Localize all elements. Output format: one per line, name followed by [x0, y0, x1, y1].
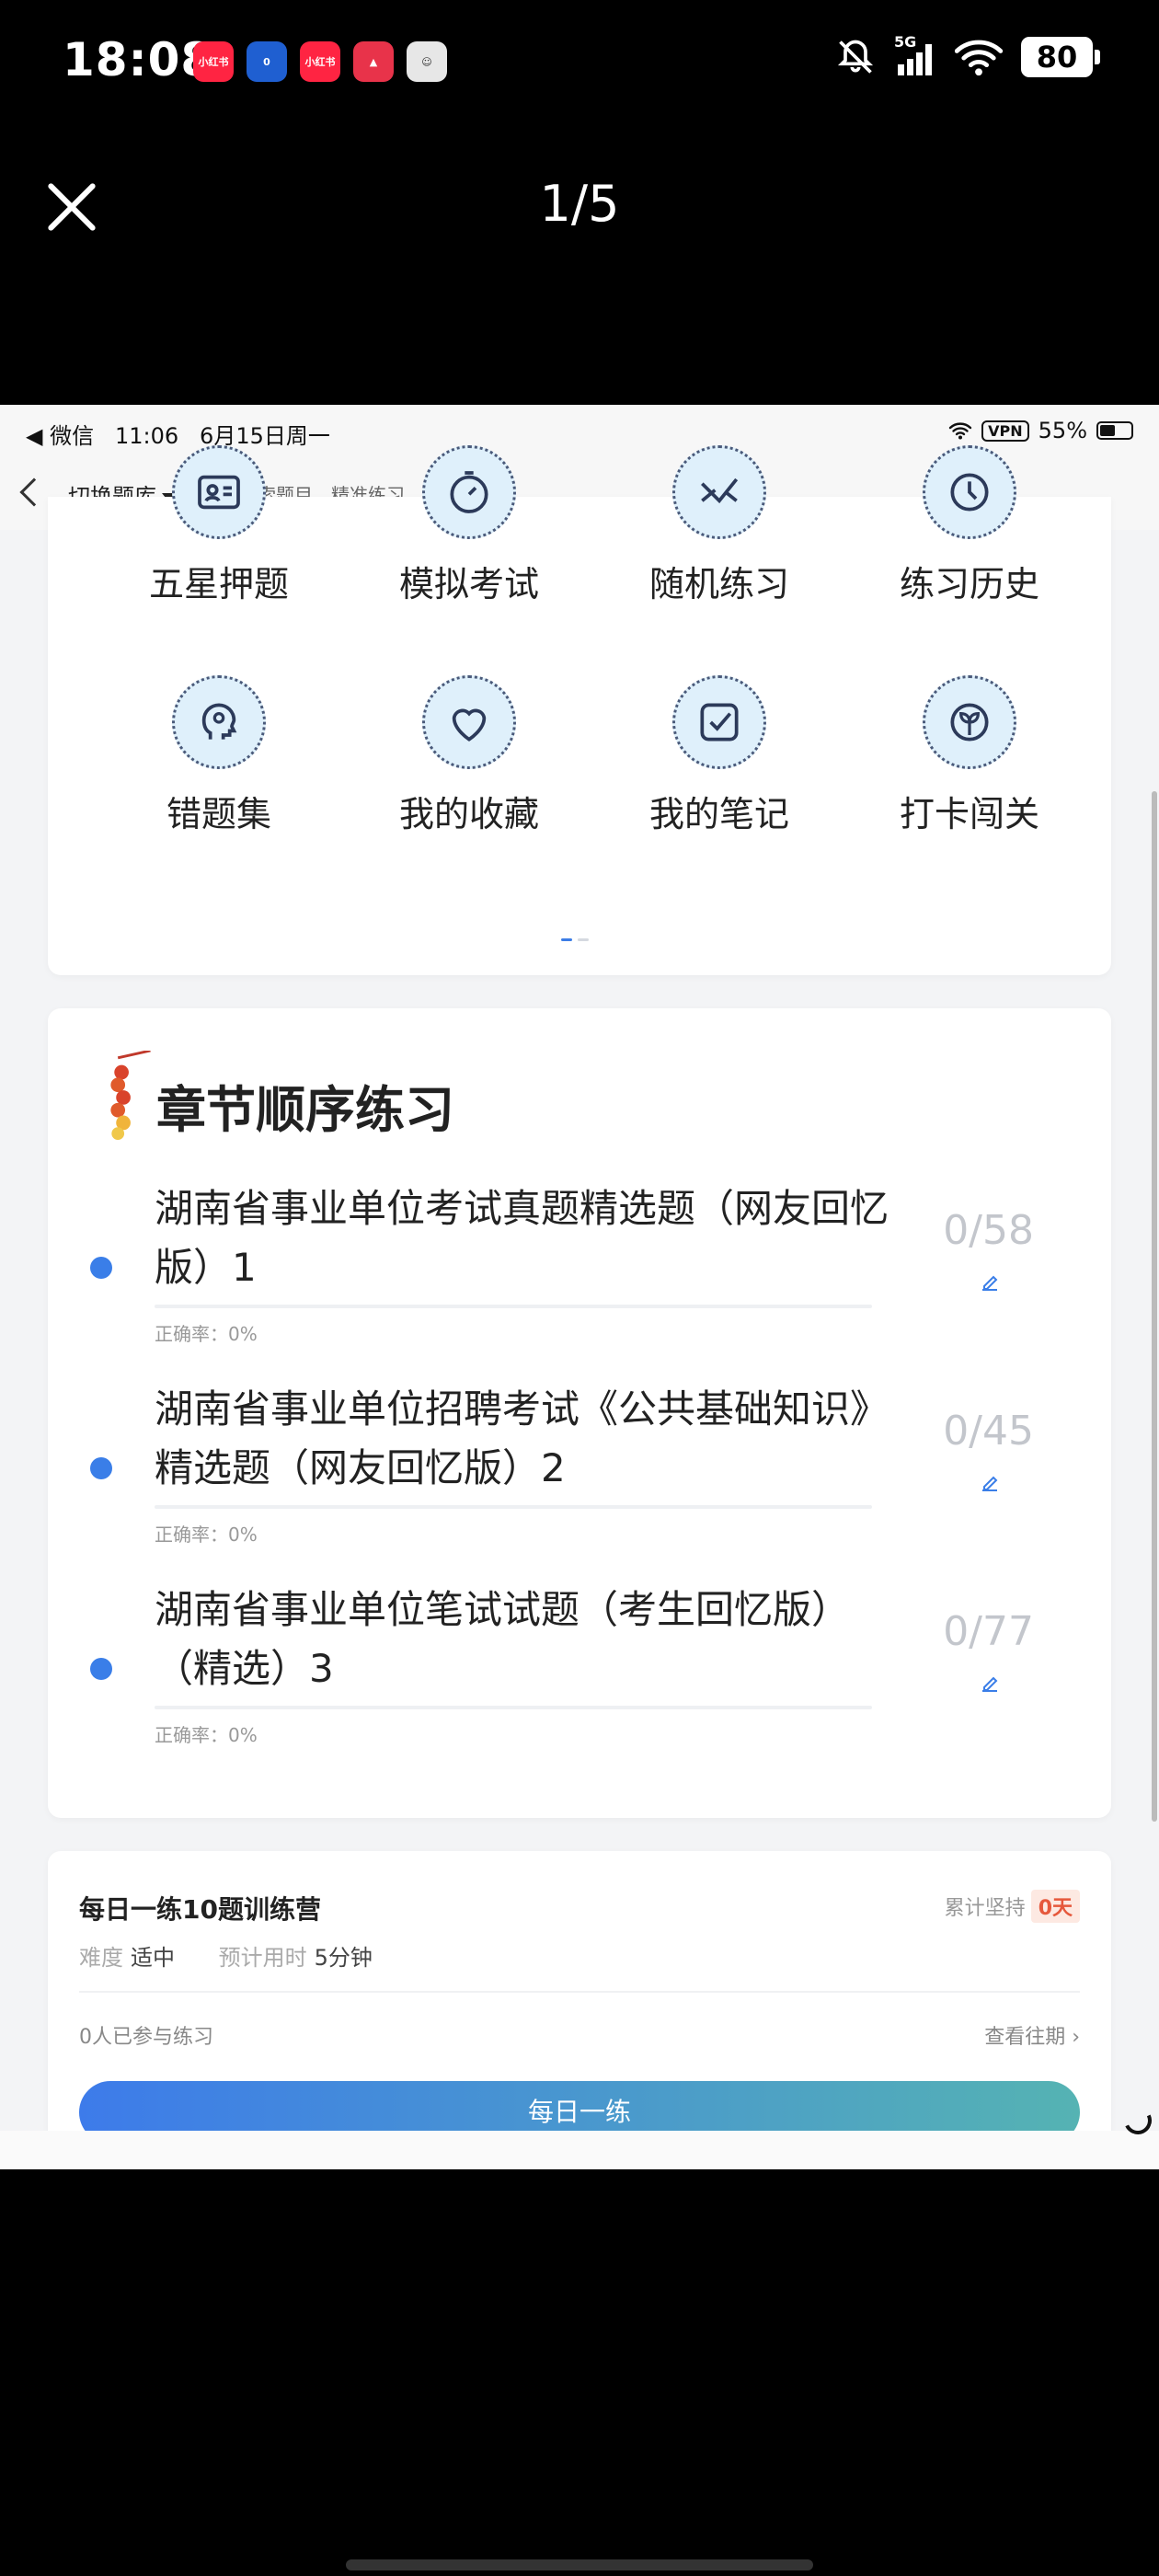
edit-icon[interactable] [979, 1271, 1001, 1294]
view-past-link[interactable]: 查看往期 › [984, 2020, 1080, 2050]
grid-item-notes[interactable]: 我的笔记 [594, 675, 844, 836]
firecracker-icon [110, 1051, 151, 1141]
network-type-label: 5G [894, 33, 917, 51]
difficulty-label: 难度 [79, 1945, 123, 1971]
page-indicator [561, 938, 589, 941]
image-page-counter: 1/5 [539, 175, 620, 233]
chapter-count: 0/58 [943, 1207, 1034, 1254]
grid-item-wrong-questions[interactable]: 错题集 [94, 675, 344, 836]
difficulty-value: 适中 [131, 1945, 175, 1971]
daily-title: 每日一练10题训练营 [79, 1894, 321, 1925]
home-indicator[interactable] [346, 2559, 813, 2570]
grid-label: 打卡闯关 [899, 794, 1039, 834]
head-icon [172, 675, 266, 769]
id-card-icon [172, 445, 266, 539]
cellular-signal-icon: 5G [894, 33, 936, 77]
feature-grid-card: 五星押题 模拟考试 随机练习 练习历史 错题集 我的收藏 我的笔记 打卡闯关 [48, 445, 1111, 975]
accuracy-label: 正确率：0% [155, 1323, 258, 1345]
grid-label: 错题集 [166, 794, 271, 834]
grid-label: 模拟考试 [398, 564, 539, 604]
streak-info: 累计坚持 0天 [945, 1890, 1080, 1923]
heart-icon [422, 675, 516, 769]
chapter-item[interactable]: 湖南省事业单位考试真题精选题（网友回忆版）1 正确率：0% 0/58 [48, 1179, 1111, 1363]
grid-label: 五星押题 [148, 564, 289, 604]
edit-icon[interactable] [979, 1472, 1001, 1494]
daily-meta: 难度 适中 预计用时 5分钟 [79, 1939, 409, 1972]
bell-muted-icon [837, 40, 874, 74]
time-label: 预计用时 [218, 1945, 307, 1971]
accuracy-label: 正确率：0% [155, 1724, 258, 1746]
inner-battery-icon [1096, 421, 1133, 440]
daily-practice-card: 每日一练10题训练营 累计坚持 0天 难度 适中 预计用时 5分钟 0人已参与练习 … [48, 1851, 1111, 2169]
grid-label: 我的笔记 [648, 794, 789, 834]
accuracy-label: 正确率：0% [155, 1524, 258, 1546]
progress-track [155, 1305, 872, 1308]
battery-indicator: 80 [1021, 37, 1100, 77]
participants-count: 0人已参与练习 [79, 2026, 213, 2049]
grid-item-mock-exam[interactable]: 模拟考试 [344, 445, 594, 606]
grid-label: 练习历史 [899, 564, 1039, 604]
note-check-icon [672, 675, 766, 769]
grid-item-favorites[interactable]: 我的收藏 [344, 675, 594, 836]
bullet-dot [90, 1457, 112, 1479]
inner-battery-percent: 55% [1038, 418, 1087, 443]
grid-item-checkin[interactable]: 打卡闯关 [844, 675, 1095, 836]
chapter-item[interactable]: 湖南省事业单位笔试试题（考生回忆版）（精选）3 正确率：0% 0/77 [48, 1581, 1111, 1765]
bullet-dot [90, 1658, 112, 1680]
avatar-app-icon: ☺ [407, 41, 447, 82]
xiaohongshu-app-icon-2: 小红书 [300, 41, 340, 82]
grid-label: 随机练习 [648, 564, 789, 604]
inner-wifi-icon [948, 422, 972, 440]
chapter-count: 0/77 [943, 1608, 1034, 1655]
grid-label: 我的收藏 [398, 794, 539, 834]
sprout-icon [923, 675, 1016, 769]
chapter-practice-card: 章节顺序练习 湖南省事业单位考试真题精选题（网友回忆版）1 正确率：0% 0/5… [48, 1008, 1111, 1818]
page-dot-active [561, 938, 572, 941]
progress-track [155, 1706, 872, 1709]
system-time: 18:08 [63, 33, 214, 86]
chapter-name: 湖南省事业单位笔试试题（考生回忆版）（精选）3 [155, 1587, 851, 1691]
streak-label: 累计坚持 [944, 1897, 1026, 1920]
chapter-count: 0/45 [943, 1408, 1034, 1455]
red-triangle-app-icon: ▲ [353, 41, 394, 82]
grid-item-random-practice[interactable]: 随机练习 [594, 445, 844, 606]
edit-icon[interactable] [979, 1673, 1001, 1695]
grid-item-practice-history[interactable]: 练习历史 [844, 445, 1095, 606]
wifi-icon [955, 40, 1003, 76]
divider [79, 1991, 1080, 1993]
inner-status-right: VPN 55% [948, 418, 1133, 443]
bullet-dot [90, 1257, 112, 1279]
chapter-name: 湖南省事业单位招聘考试《公共基础知识》精选题（网友回忆版）2 [155, 1386, 889, 1490]
random-icon [672, 445, 766, 539]
vpn-badge: VPN [981, 420, 1029, 442]
history-icon [923, 445, 1016, 539]
xiaohongshu-app-icon: 小红书 [193, 41, 234, 82]
system-status-bar: 18:08 小红书 0 小红书 ▲ ☺ 5G 80 [0, 0, 1159, 124]
notification-app-icons: 小红书 0 小红书 ▲ ☺ [193, 41, 447, 82]
chapter-item[interactable]: 湖南省事业单位招聘考试《公共基础知识》精选题（网友回忆版）2 正确率：0% 0/… [48, 1380, 1111, 1564]
time-value: 5分钟 [314, 1945, 373, 1971]
system-indicators: 5G 80 [835, 33, 1100, 77]
progress-track [155, 1505, 872, 1509]
screenshot-image: ◀ 微信 11:06 6月15日周一 VPN 55% 切换题库 搜索题目，精准练… [0, 405, 1159, 2169]
back-chevron-icon[interactable] [19, 477, 49, 507]
page-dot [578, 938, 589, 941]
stopwatch-icon [422, 445, 516, 539]
blue-app-icon: 0 [247, 41, 287, 82]
chapter-name: 湖南省事业单位考试真题精选题（网友回忆版）1 [155, 1186, 889, 1290]
back-to-wechat: ◀ 微信 [26, 423, 95, 449]
grid-item-five-star[interactable]: 五星押题 [94, 445, 344, 606]
streak-badge: 0天 [1030, 1890, 1080, 1923]
bottom-strip [0, 2131, 1159, 2169]
scrollbar[interactable] [1152, 791, 1157, 1822]
chapter-section-title: 章节顺序练习 [156, 1081, 454, 1139]
